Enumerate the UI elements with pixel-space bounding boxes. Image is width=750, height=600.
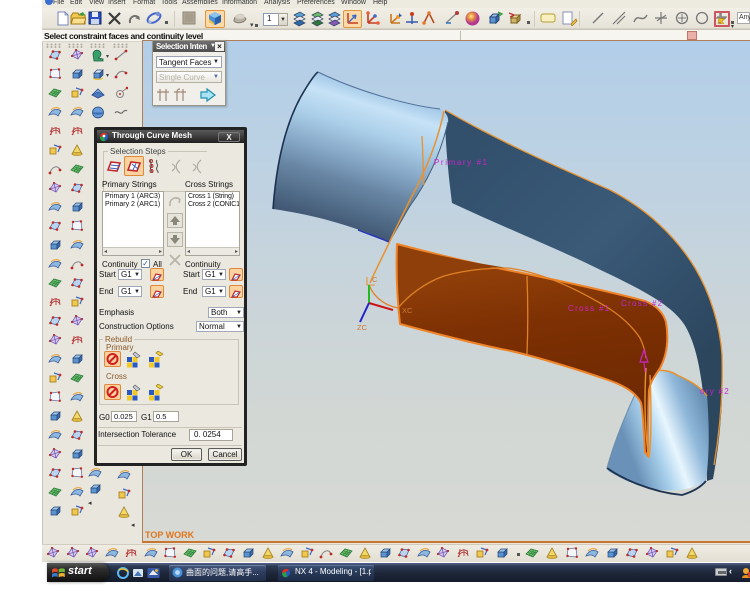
- svg-text:Cross #2: Cross #2: [621, 299, 663, 308]
- svg-text:Cross #1: Cross #1: [568, 304, 610, 313]
- svg-text:ory #2: ory #2: [700, 387, 730, 396]
- svg-text:ZC: ZC: [357, 323, 368, 332]
- svg-text:XC: XC: [402, 306, 413, 315]
- svg-text:Primary #1: Primary #1: [434, 158, 489, 167]
- svg-text:C: C: [372, 275, 378, 284]
